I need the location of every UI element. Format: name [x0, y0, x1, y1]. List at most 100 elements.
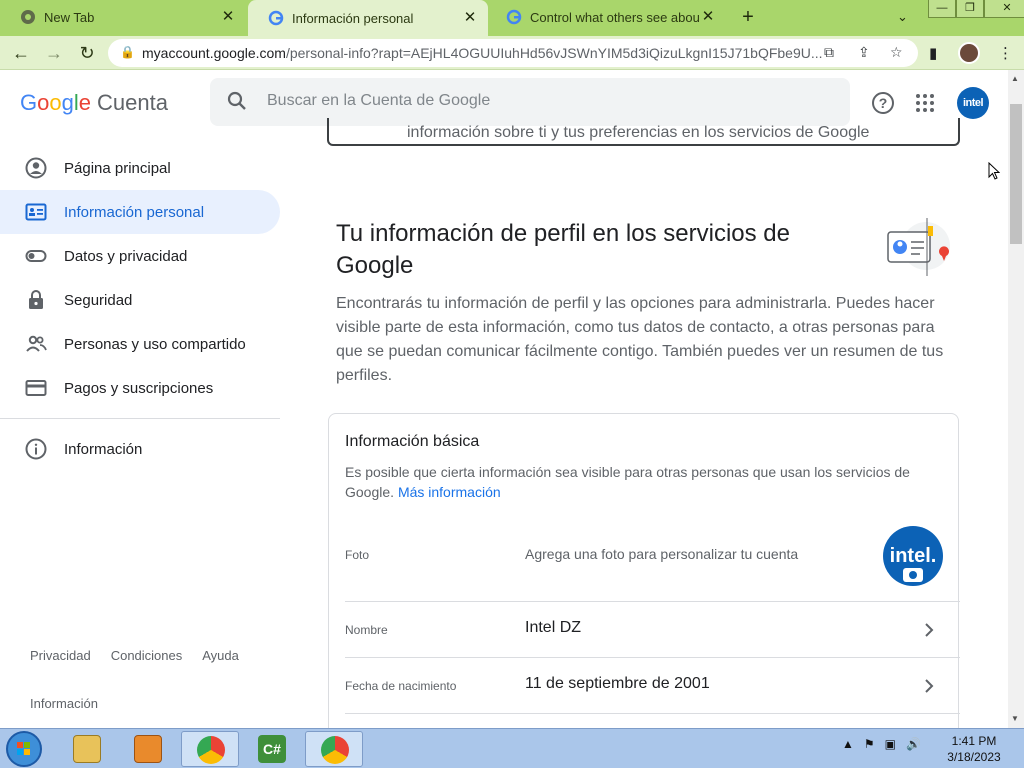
chrome-profile-icon	[321, 736, 349, 764]
birthday-row[interactable]: Fecha de nacimiento 11 de septiembre de …	[345, 658, 960, 714]
address-bar[interactable]: 🔒 myaccount.google.com/personal-info?rap…	[108, 39, 918, 67]
taskbar-explorer[interactable]	[58, 731, 116, 767]
tab-informacion-personal[interactable]: Información personal ✕	[248, 0, 488, 36]
name-label: Nombre	[345, 623, 388, 637]
browser-tab-strip: New Tab ✕ Información personal ✕ Control…	[0, 0, 1024, 36]
google-apps-icon[interactable]	[916, 94, 934, 112]
lock-icon	[29, 290, 43, 309]
sidebar-item-label: Seguridad	[64, 291, 133, 309]
chrome-icon	[21, 10, 35, 24]
credit-card-icon	[25, 380, 47, 396]
card-description: Es posible que cierta información sea vi…	[345, 464, 910, 500]
folder-icon	[73, 735, 101, 763]
action-center-icon[interactable]: ⚑	[864, 737, 875, 751]
sidebar-item-personas-y-uso-compartido[interactable]: Personas y uso compartido	[0, 322, 280, 366]
google-account-logo[interactable]: Google Cuenta	[20, 90, 168, 116]
clock-date: 3/18/2023	[947, 750, 1001, 764]
section-description: Encontrarás tu información de perfil y l…	[336, 295, 944, 384]
chrome-menu-icon[interactable]: ⋮	[998, 44, 1013, 62]
sidebar-item-datos-y-privacidad[interactable]: Datos y privacidad	[0, 234, 280, 278]
tray-expand-icon[interactable]: ▲	[842, 737, 854, 751]
sidebar-item-label: Pagos y suscripciones	[64, 379, 214, 397]
sidebar-divider	[0, 418, 280, 419]
info-icon	[25, 438, 47, 460]
window-close-button[interactable]: ✕	[984, 0, 1024, 18]
sidebar-footer-links: Privacidad Condiciones Ayuda	[30, 648, 239, 663]
csharp-icon: C#	[258, 735, 286, 763]
taskbar-chrome[interactable]	[181, 731, 239, 767]
clock-time: 1:41 PM	[951, 734, 997, 748]
section-title: Tu información de perfil en los servicio…	[336, 220, 790, 279]
help-icon[interactable]: ?	[872, 92, 894, 114]
terms-link[interactable]: Condiciones	[111, 648, 183, 663]
chrome-icon	[197, 736, 225, 764]
sidebar-item-label: Página principal	[64, 159, 171, 177]
start-button[interactable]	[6, 731, 42, 767]
basic-info-card: Información básica Es posible que cierta…	[328, 413, 960, 728]
search-placeholder: Buscar en la Cuenta de Google	[267, 92, 491, 109]
restore-button[interactable]: ❐	[956, 0, 984, 18]
side-panel-icon[interactable]: ▮	[929, 44, 937, 62]
tab-close-icon[interactable]: ✕	[700, 9, 716, 25]
intro-card: información sobre ti y tus preferencias …	[327, 118, 960, 146]
id-card-icon	[25, 203, 47, 221]
tab-close-icon[interactable]: ✕	[462, 10, 478, 26]
privacy-link[interactable]: Privacidad	[30, 648, 91, 663]
back-arrow-icon[interactable]: ←	[10, 42, 32, 64]
tab-control-what-others-see[interactable]: Control what others see about yo ✕	[486, 0, 726, 34]
google-icon	[506, 9, 522, 25]
browser-profile-avatar[interactable]	[958, 42, 980, 64]
search-icon	[227, 91, 246, 110]
network-icon[interactable]: ▣	[885, 737, 896, 751]
taskbar-csharp[interactable]: C#	[243, 731, 301, 767]
tab-new-tab[interactable]: New Tab ✕	[0, 0, 246, 34]
name-value: Intel DZ	[525, 619, 582, 636]
scroll-down-icon[interactable]: ▼	[1011, 714, 1019, 723]
minimize-button[interactable]: —	[928, 0, 956, 18]
help-link[interactable]: Ayuda	[202, 648, 239, 663]
taskbar-clock[interactable]: 1:41 PM 3/18/2023	[940, 733, 1008, 765]
page-content: Google Cuenta Buscar en la Cuenta de Goog…	[0, 70, 1008, 728]
sidebar-item-label: Personas y uso compartido	[64, 335, 246, 353]
row-divider	[345, 713, 960, 714]
account-circle-icon	[25, 157, 47, 179]
card-title: Información básica	[345, 433, 480, 450]
sidebar-item-pagos-y-suscripciones[interactable]: Pagos y suscripciones	[0, 366, 280, 410]
intro-card-text: información sobre ti y tus preferencias …	[407, 124, 870, 141]
tab-title: Información personal	[292, 10, 414, 26]
chevron-right-icon	[925, 623, 934, 637]
bookmark-star-icon[interactable]: ☆	[890, 44, 903, 61]
taskbar-chrome-profile[interactable]	[305, 731, 363, 767]
taskbar-media-player[interactable]	[119, 731, 177, 767]
sidebar-item-seguridad[interactable]: Seguridad	[0, 278, 280, 322]
new-tab-button[interactable]: +	[738, 7, 758, 27]
photo-value: Agrega una foto para personalizar tu cue…	[525, 546, 799, 562]
profile-photo-avatar[interactable]: intel.	[883, 526, 943, 586]
reload-icon[interactable]: ↻	[76, 42, 98, 64]
scroll-thumb[interactable]	[1010, 104, 1022, 244]
birthday-value: 11 de septiembre de 2001	[525, 675, 710, 692]
tab-close-icon[interactable]: ✕	[220, 9, 236, 25]
account-avatar[interactable]: intel	[957, 87, 989, 119]
more-info-link[interactable]: Más información	[398, 484, 501, 500]
page-scrollbar[interactable]: ▲ ▼	[1008, 70, 1024, 728]
sidebar-item-informacion-personal[interactable]: Información personal	[0, 190, 280, 234]
windows-taskbar: C# ▲ ⚑ ▣ 🔊 1:41 PM 3/18/2023	[0, 728, 1024, 768]
forward-arrow-icon[interactable]: →	[43, 42, 65, 64]
footer-info-link[interactable]: Información	[30, 696, 98, 711]
mouse-cursor-icon	[988, 162, 1000, 180]
volume-icon[interactable]: 🔊	[906, 737, 921, 751]
browser-toolbar: ← → ↻ 🔒 myaccount.google.com/personal-in…	[0, 36, 1024, 70]
tab-title: Control what others see about yo	[530, 9, 700, 25]
sidebar-item-informacion[interactable]: Información	[0, 427, 280, 471]
translate-icon[interactable]: ⧉	[824, 44, 834, 61]
tab-search-chevron-icon[interactable]: ⌄	[897, 9, 908, 25]
profile-illustration-icon	[887, 218, 950, 276]
share-icon[interactable]: ⇪	[858, 44, 870, 61]
window-controls: — ❐ ✕	[928, 0, 1024, 18]
toggle-icon	[25, 250, 47, 262]
sidebar-item-label: Información	[64, 440, 143, 458]
scroll-up-icon[interactable]: ▲	[1011, 74, 1019, 83]
sidebar-item-pagina-principal[interactable]: Página principal	[0, 146, 280, 190]
name-row[interactable]: Nombre Intel DZ	[345, 602, 960, 658]
